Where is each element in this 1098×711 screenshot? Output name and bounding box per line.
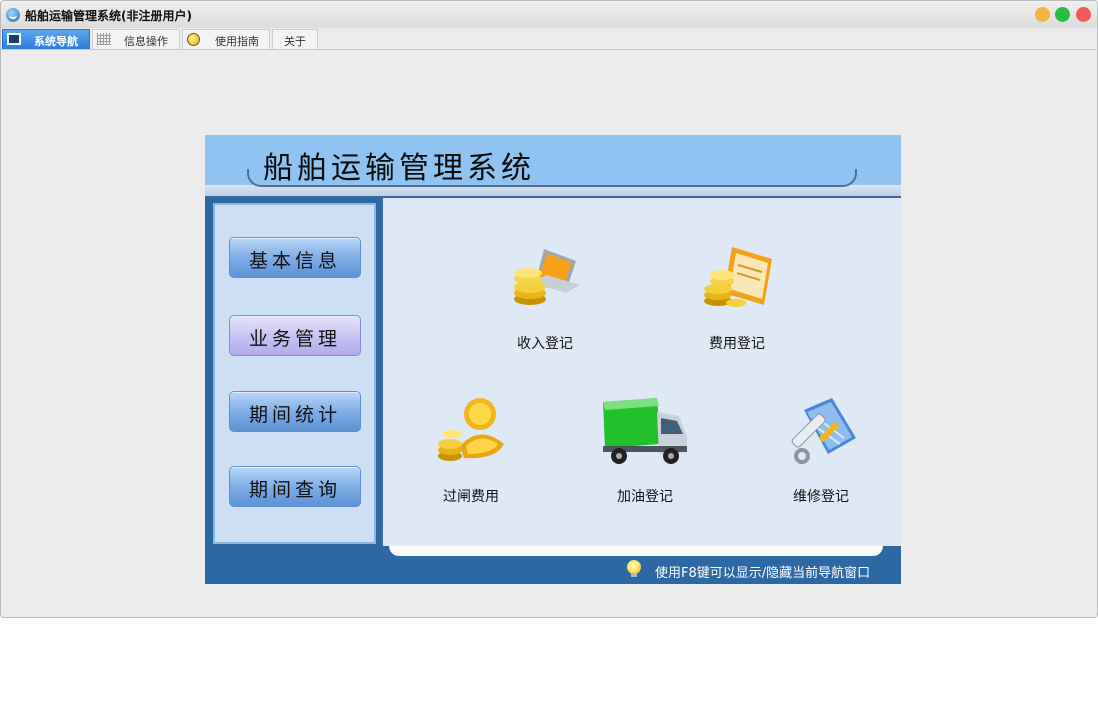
- repair-registration-button[interactable]: 维修登记: [756, 394, 886, 505]
- app-logo-icon: [6, 8, 20, 22]
- wrench-document-icon: [791, 398, 856, 464]
- sidebar-item-label: 业务管理: [248, 328, 341, 350]
- function-label: 收入登记: [517, 336, 573, 352]
- tab-label: 信息操作: [124, 35, 168, 48]
- truck-icon: [603, 398, 687, 464]
- sidebar: 基本信息 业务管理 期间统计 期间查询: [213, 203, 376, 544]
- close-button[interactable]: [1076, 7, 1091, 22]
- tab-user-guide[interactable]: 使用指南: [182, 29, 270, 49]
- footer-hint: 使用F8键可以显示/隐藏当前导航窗口: [655, 566, 871, 581]
- tab-label: 关于: [284, 35, 306, 48]
- tab-about[interactable]: 关于: [272, 29, 318, 49]
- income-registration-button[interactable]: 收入登记: [480, 241, 610, 352]
- tab-bar: 系统导航 信息操作 使用指南 关于: [1, 28, 1097, 50]
- maximize-button[interactable]: [1055, 7, 1070, 22]
- content-bottom-edge: [389, 546, 883, 556]
- sidebar-item-label: 期间查询: [248, 479, 341, 501]
- expense-registration-button[interactable]: 费用登记: [672, 241, 802, 352]
- function-label: 过闸费用: [443, 489, 499, 505]
- gold-coins-icon: [438, 398, 504, 461]
- function-area: 收入登记 费用登记 过闸费用 加油登记 维修登记: [381, 198, 901, 546]
- tab-label: 系统导航: [34, 35, 78, 48]
- sidebar-item-period-statistics[interactable]: 期间统计: [229, 391, 361, 432]
- navigation-panel: 船舶运输管理系统 基本信息 业务管理 期间统计 期间查询 收入登记 费用登记 过…: [205, 135, 901, 584]
- tab-label: 使用指南: [215, 35, 259, 48]
- sidebar-item-label: 期间统计: [248, 404, 341, 426]
- tab-info-operations[interactable]: 信息操作: [92, 29, 180, 49]
- sidebar-item-basic-info[interactable]: 基本信息: [229, 237, 361, 278]
- help-icon: [187, 33, 200, 46]
- fuel-registration-button[interactable]: 加油登记: [580, 394, 710, 505]
- function-label: 加油登记: [617, 489, 673, 505]
- function-label: 维修登记: [793, 489, 849, 505]
- minimize-button[interactable]: [1035, 7, 1050, 22]
- sidebar-item-business-management[interactable]: 业务管理: [229, 315, 361, 356]
- sidebar-item-label: 基本信息: [248, 250, 341, 272]
- window-title: 船舶运输管理系统(非注册用户): [25, 9, 192, 23]
- monitor-icon: [7, 33, 21, 45]
- lock-fee-button[interactable]: 过闸费用: [406, 394, 536, 505]
- function-label: 费用登记: [709, 336, 765, 352]
- sidebar-item-period-query[interactable]: 期间查询: [229, 466, 361, 507]
- tab-system-navigation[interactable]: 系统导航: [2, 29, 90, 49]
- laptop-coins-icon: [514, 249, 580, 305]
- lightbulb-icon: [627, 560, 641, 577]
- banner: 船舶运输管理系统: [205, 135, 901, 198]
- title-bar[interactable]: 船舶运输管理系统(非注册用户): [1, 1, 1097, 28]
- coins-document-icon: [704, 247, 772, 307]
- banner-title: 船舶运输管理系统: [263, 151, 535, 186]
- grid-icon: [97, 33, 111, 45]
